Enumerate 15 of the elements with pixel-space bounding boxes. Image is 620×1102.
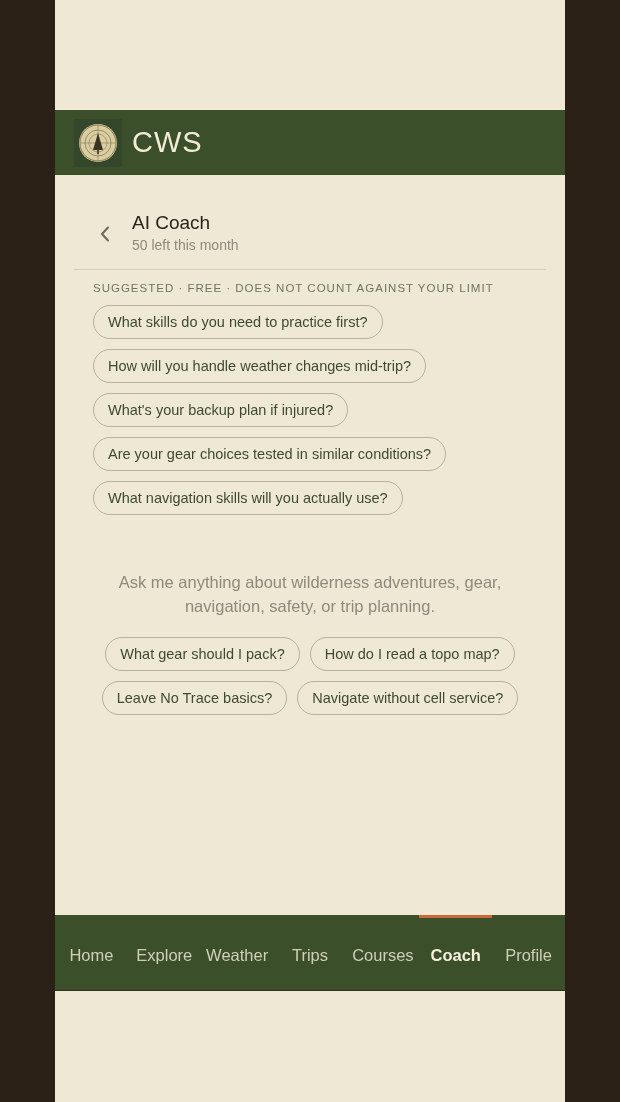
app-name: CWS — [132, 126, 203, 159]
intro-text: Ask me anything about wilderness adventures, gear, navigation, safety, or trip planning. — [117, 572, 503, 617]
nav-tab[interactable]: Courses — [346, 915, 420, 990]
section-label: SUGGESTED · FREE · DOES NOT COUNT AGAINST YOUR LIMIT — [93, 281, 494, 296]
nav-tab[interactable]: Weather — [200, 915, 274, 990]
nav-tab[interactable]: Profile — [492, 915, 565, 990]
back-button[interactable] — [98, 225, 112, 243]
chevron-left-icon — [100, 226, 110, 242]
nav-tab[interactable]: Coach — [419, 915, 493, 990]
nav-tab[interactable]: Trips — [273, 915, 347, 990]
page-title: AI Coach — [132, 211, 212, 235]
nav-tab[interactable]: Explore — [127, 915, 201, 990]
usage-remaining: 50 left this month — [132, 236, 239, 255]
nav-tab[interactable]: Home — [55, 915, 128, 990]
compass-emblem-icon — [74, 118, 122, 167]
